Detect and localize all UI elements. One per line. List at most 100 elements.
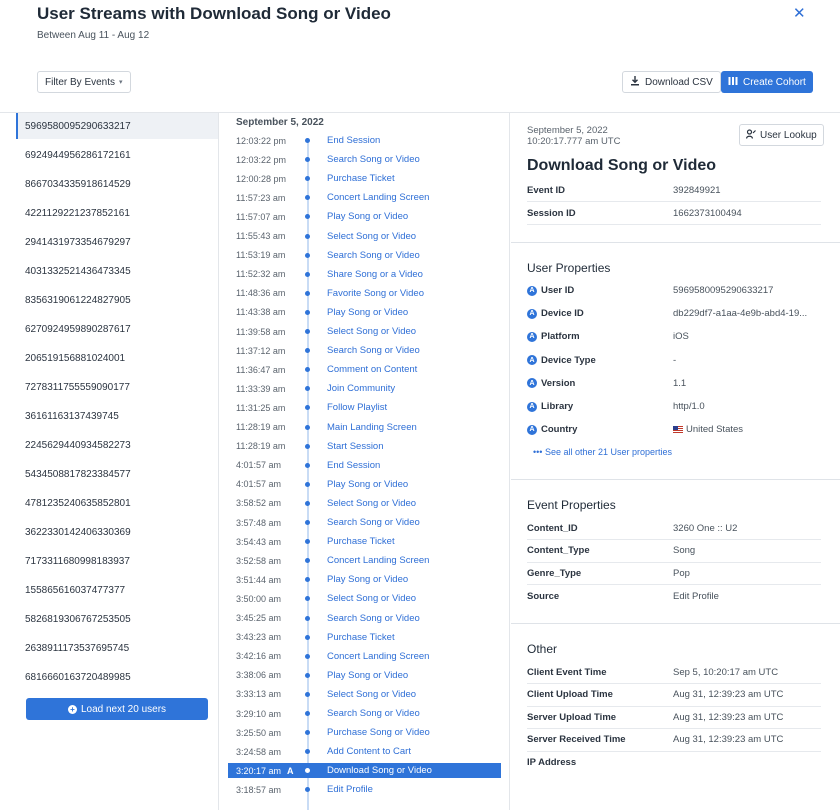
event-name-link[interactable]: Search Song or Video	[327, 250, 420, 261]
event-name-link[interactable]: Select Song or Video	[327, 231, 416, 242]
close-icon[interactable]: ✕	[793, 4, 806, 22]
user-list-item[interactable]: 206519156881024001	[16, 345, 218, 371]
user-list-item[interactable]: 7278311755559090177	[16, 374, 218, 400]
event-name-link[interactable]: Comment on Content	[327, 364, 417, 375]
load-next-users-button[interactable]: + Load next 20 users	[26, 698, 208, 720]
event-name-link[interactable]: Play Song or Video	[327, 479, 408, 490]
user-list-item[interactable]: 2638911173537695745	[16, 635, 218, 661]
user-list-item[interactable]: 3622330142406330369	[16, 519, 218, 545]
timeline-event-row[interactable]: 3:52:58 am Concert Landing Screen	[228, 553, 501, 568]
event-name-link[interactable]: Search Song or Video	[327, 517, 420, 528]
timeline-event-row[interactable]: 3:51:44 am Play Song or Video	[228, 572, 501, 587]
timeline-event-row[interactable]: 11:57:07 am Play Song or Video	[228, 209, 501, 224]
event-time: 3:18:57 am	[236, 784, 282, 795]
event-name-link[interactable]: Select Song or Video	[327, 689, 416, 700]
event-name-link[interactable]: Select Song or Video	[327, 498, 416, 509]
event-name-link[interactable]: Play Song or Video	[327, 307, 408, 318]
user-list-item[interactable]: 5434508817823384577	[16, 461, 218, 487]
event-name-link[interactable]: Concert Landing Screen	[327, 555, 429, 566]
user-list-item[interactable]: 2941431973354679297	[16, 229, 218, 255]
timeline-event-row[interactable]: 11:48:36 am Favorite Song or Video	[228, 286, 501, 301]
timeline-event-row[interactable]: 12:03:22 pm End Session	[228, 133, 501, 148]
property-key: Content_Type	[527, 545, 590, 556]
event-name-link[interactable]: End Session	[327, 135, 380, 146]
event-name-link[interactable]: Play Song or Video	[327, 574, 408, 585]
timeline-event-row[interactable]: 3:58:52 am Select Song or Video	[228, 496, 501, 511]
event-name-link[interactable]: Share Song or a Video	[327, 269, 423, 280]
user-lookup-button[interactable]: User Lookup	[739, 124, 824, 146]
timeline-event-row[interactable]: 3:38:06 am Play Song or Video	[228, 668, 501, 683]
event-name-link[interactable]: Edit Profile	[327, 784, 373, 795]
event-name-link[interactable]: Favorite Song or Video	[327, 288, 424, 299]
event-name-link[interactable]: Purchase Song or Video	[327, 727, 430, 738]
user-list-item[interactable]: 8356319061224827905	[16, 287, 218, 313]
timeline-event-row[interactable]: 11:28:19 am Main Landing Screen	[228, 420, 501, 435]
user-list-item[interactable]: 4031332521436473345	[16, 258, 218, 284]
timeline-event-row[interactable]: 11:52:32 am Share Song or a Video	[228, 267, 501, 282]
user-list-item[interactable]: 7173311680998183937	[16, 548, 218, 574]
user-list-item[interactable]: 5969580095290633217	[16, 113, 218, 139]
user-list-item[interactable]: 155865616037477377	[16, 577, 218, 603]
timeline-event-row[interactable]: 3:45:25 am Search Song or Video	[228, 611, 501, 626]
user-list-item[interactable]: 8667034335918614529	[16, 171, 218, 197]
create-cohort-button[interactable]: Create Cohort	[721, 71, 813, 93]
user-list-item[interactable]: 5826819306767253505	[16, 606, 218, 632]
event-name-link[interactable]: Select Song or Video	[327, 326, 416, 337]
timeline-event-row[interactable]: 12:00:28 pm Purchase Ticket	[228, 171, 501, 186]
timeline-event-row[interactable]: 3:33:13 am Select Song or Video	[228, 687, 501, 702]
filter-by-events-dropdown[interactable]: Filter By Events ▾	[37, 71, 131, 93]
timeline-event-row[interactable]: 3:24:58 am Add Content to Cart	[228, 744, 501, 759]
event-name-link[interactable]: Play Song or Video	[327, 211, 408, 222]
timeline-event-row[interactable]: 11:57:23 am Concert Landing Screen	[228, 190, 501, 205]
timeline-event-row[interactable]: 3:20:17 am A Download Song or Video	[228, 763, 501, 779]
event-name-link[interactable]: Main Landing Screen	[327, 422, 417, 433]
timeline-event-row[interactable]: 3:18:57 am Edit Profile	[228, 782, 501, 797]
timeline-event-row[interactable]: 11:53:19 am Search Song or Video	[228, 248, 501, 263]
event-name-link[interactable]: Search Song or Video	[327, 613, 420, 624]
timeline-event-row[interactable]: 3:43:23 am Purchase Ticket	[228, 630, 501, 645]
event-name-link[interactable]: Download Song or Video	[327, 765, 432, 776]
timeline-event-row[interactable]: 3:42:16 am Concert Landing Screen	[228, 649, 501, 664]
user-list-item[interactable]: 4221129221237852161	[16, 200, 218, 226]
timeline-event-row[interactable]: 3:25:50 am Purchase Song or Video	[228, 725, 501, 740]
see-all-user-properties-link[interactable]: ••• See all other 21 User properties	[533, 447, 672, 457]
event-name-link[interactable]: Purchase Ticket	[327, 632, 395, 643]
timeline-event-row[interactable]: 3:29:10 am Search Song or Video	[228, 706, 501, 721]
timeline-event-row[interactable]: 11:28:19 am Start Session	[228, 439, 501, 454]
event-name-link[interactable]: Add Content to Cart	[327, 746, 411, 757]
event-name-link[interactable]: Purchase Ticket	[327, 536, 395, 547]
event-name-link[interactable]: Concert Landing Screen	[327, 651, 429, 662]
event-time: 12:03:22 pm	[236, 135, 287, 146]
event-name-link[interactable]: End Session	[327, 460, 380, 471]
timeline-event-row[interactable]: 11:36:47 am Comment on Content	[228, 362, 501, 377]
event-name-link[interactable]: Concert Landing Screen	[327, 192, 429, 203]
event-name-link[interactable]: Search Song or Video	[327, 345, 420, 356]
event-name-link[interactable]: Purchase Ticket	[327, 173, 395, 184]
download-csv-button[interactable]: Download CSV	[622, 71, 721, 93]
timeline-event-row[interactable]: 4:01:57 am End Session	[228, 458, 501, 473]
event-name-link[interactable]: Join Community	[327, 383, 395, 394]
user-list-item[interactable]: 36161163137439745	[16, 403, 218, 429]
user-list-item[interactable]: 2245629440934582273	[16, 432, 218, 458]
timeline-event-row[interactable]: 11:55:43 am Select Song or Video	[228, 229, 501, 244]
event-name-link[interactable]: Play Song or Video	[327, 670, 408, 681]
timeline-event-row[interactable]: 3:54:43 am Purchase Ticket	[228, 534, 501, 549]
event-name-link[interactable]: Follow Playlist	[327, 402, 387, 413]
event-name-link[interactable]: Search Song or Video	[327, 708, 420, 719]
user-list-item[interactable]: 4781235240635852801	[16, 490, 218, 516]
event-name-link[interactable]: Start Session	[327, 441, 384, 452]
user-list-item[interactable]: 6924944956286172161	[16, 142, 218, 168]
user-list-item[interactable]: 6270924959890287617	[16, 316, 218, 342]
timeline-event-row[interactable]: 12:03:22 pm Search Song or Video	[228, 152, 501, 167]
timeline-event-row[interactable]: 11:37:12 am Search Song or Video	[228, 343, 501, 358]
timeline-event-row[interactable]: 3:57:48 am Search Song or Video	[228, 515, 501, 530]
user-list-item[interactable]: 6816660163720489985	[16, 664, 218, 690]
timeline-event-row[interactable]: 4:01:57 am Play Song or Video	[228, 477, 501, 492]
timeline-event-row[interactable]: 11:31:25 am Follow Playlist	[228, 400, 501, 415]
timeline-event-row[interactable]: 3:50:00 am Select Song or Video	[228, 591, 501, 606]
timeline-event-row[interactable]: 11:33:39 am Join Community	[228, 381, 501, 396]
timeline-event-row[interactable]: 11:43:38 am Play Song or Video	[228, 305, 501, 320]
event-name-link[interactable]: Select Song or Video	[327, 593, 416, 604]
timeline-event-row[interactable]: 11:39:58 am Select Song or Video	[228, 324, 501, 339]
event-name-link[interactable]: Search Song or Video	[327, 154, 420, 165]
